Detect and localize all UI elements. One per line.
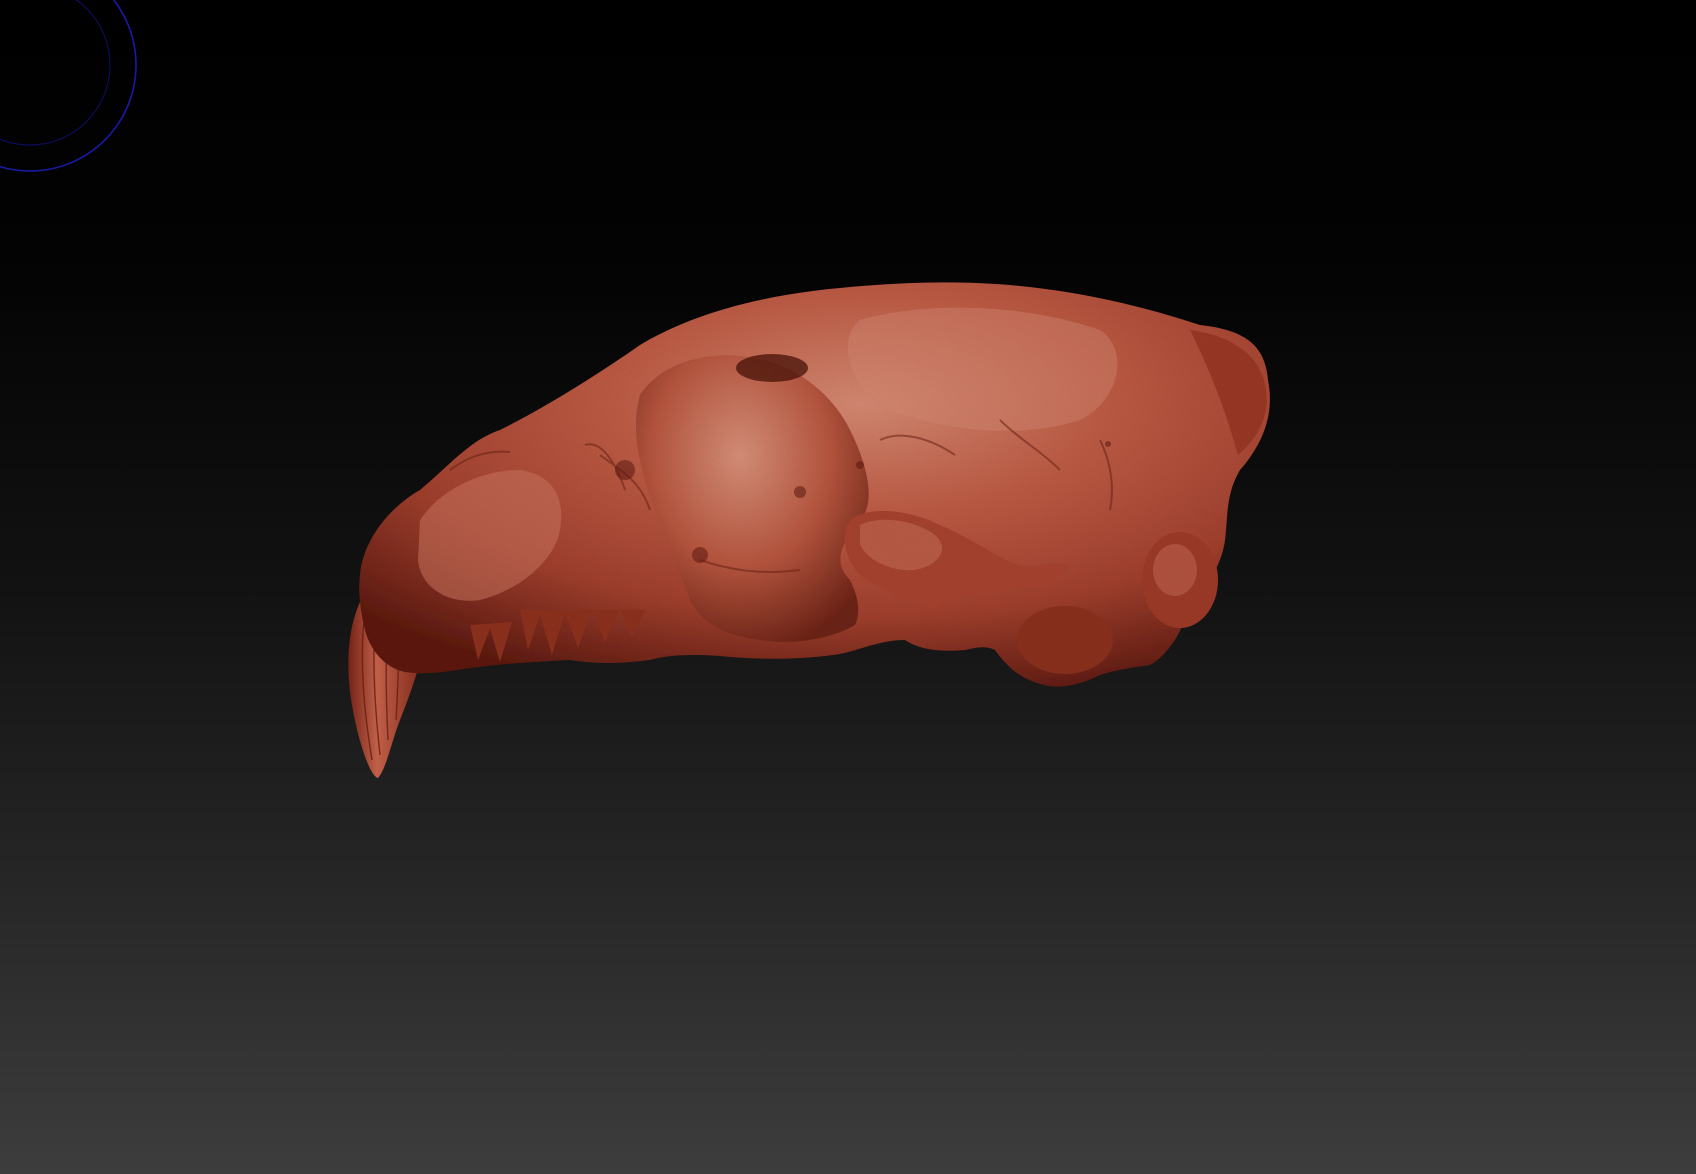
canvas-viewport[interactable] bbox=[0, 0, 1696, 1174]
brush-cursor-icon bbox=[0, 0, 137, 172]
3d-scene[interactable] bbox=[0, 0, 1696, 1174]
skull-model[interactable] bbox=[348, 282, 1270, 778]
